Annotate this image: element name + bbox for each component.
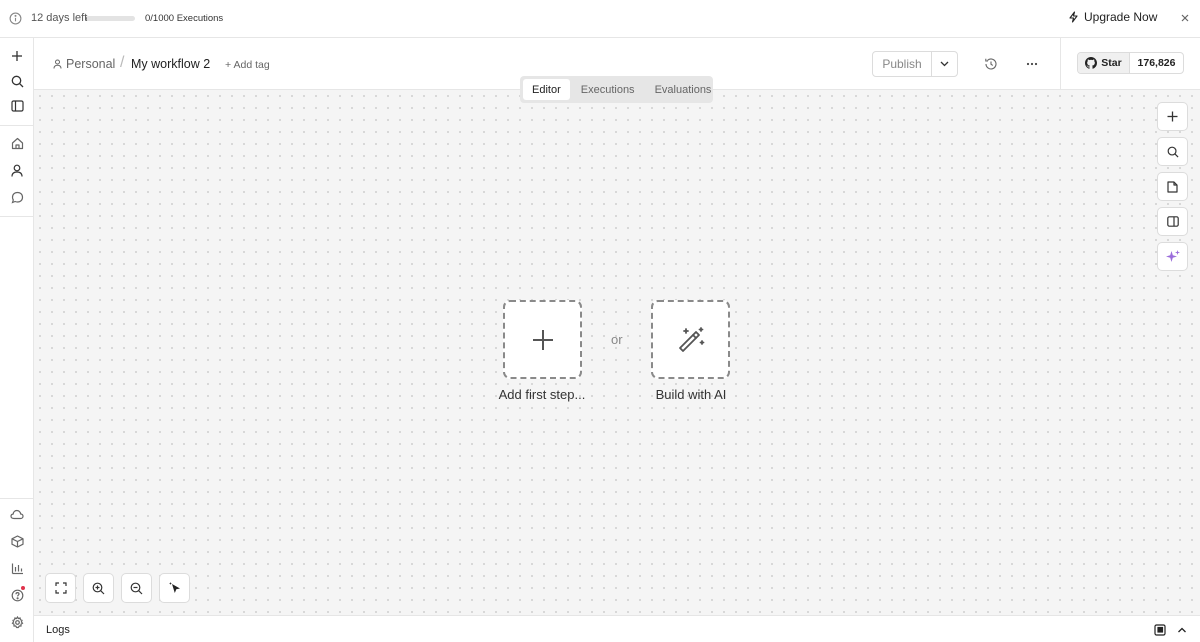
zoom-out-icon [130,582,143,594]
close-banner-icon[interactable] [1179,12,1191,24]
home-icon [11,137,23,149]
sidebar-divider [0,216,33,217]
add-first-step-label: Add first step... [498,387,586,402]
sidebar-item-templates[interactable] [7,531,27,551]
breadcrumb-project-label: Personal [66,57,116,71]
sidebar-divider [0,498,33,499]
fullscreen-icon [54,582,67,594]
tab-executions[interactable]: Executions [572,79,644,100]
bar-chart-icon [11,563,23,574]
add-sticky-note-button[interactable] [1157,172,1188,201]
sidebar-item-chat[interactable] [7,187,27,207]
publish-button[interactable]: Publish [873,52,932,76]
plus-icon [12,51,22,61]
history-icon[interactable] [984,57,998,71]
workflow-view-tabs: Editor Executions Evaluations [520,76,713,103]
github-star-label: Star [1101,57,1122,69]
zoom-in-icon [92,582,105,594]
executions-progress-fill [86,16,88,21]
tab-evaluations[interactable]: Evaluations [646,79,721,100]
user-icon [53,59,62,69]
breadcrumb-separator: / [120,54,125,71]
more-options-icon[interactable] [1025,57,1039,71]
tab-editor[interactable]: Editor [523,79,570,100]
trial-days-left: 12 days left [31,12,88,24]
tidy-up-button[interactable] [159,573,190,603]
sidebar-item-overview[interactable] [7,133,27,153]
plus-icon [532,329,553,350]
chevron-down-icon [940,61,949,67]
search-icon [11,75,23,87]
info-icon [9,12,22,25]
chat-icon [11,191,23,204]
sparkles-icon [1165,249,1180,262]
sidebar-item-cloud[interactable] [7,504,27,524]
sidebar-item-help[interactable] [7,585,27,605]
open-nodes-panel-button[interactable] [1157,102,1188,131]
or-label: or [611,332,623,347]
trial-banner: 12 days left 0/1000 Executions Upgrade N… [0,0,1200,38]
add-tag-button[interactable]: + Add tag [225,59,270,71]
github-star-widget: Star 176,826 [1077,52,1184,74]
build-with-ai-label: Build with AI [655,387,727,402]
sidebar-item-personal[interactable] [0,156,33,184]
logs-label: Logs [46,624,70,636]
header-divider [1060,38,1061,90]
upgrade-now-button[interactable]: Upgrade Now [1068,10,1157,24]
sidebar-item-settings[interactable] [7,612,27,632]
github-star-count[interactable]: 176,826 [1130,53,1183,73]
notification-dot [21,586,25,590]
panel-left-icon [10,100,24,112]
pop-out-icon[interactable] [1154,624,1166,636]
github-icon [1085,57,1098,69]
workflow-name[interactable]: My workflow 2 [131,57,210,71]
publish-dropdown-button[interactable] [932,52,957,76]
magic-wand-icon [678,326,704,352]
executions-progress-bar [86,16,135,21]
publish-button-group: Publish [872,51,958,77]
panel-right-icon [1166,216,1179,227]
search-icon [1167,146,1179,158]
zoom-in-button[interactable] [83,573,114,603]
chevron-up-icon[interactable] [1176,624,1188,636]
help-icon [11,589,23,601]
lightning-icon [1069,11,1078,23]
upgrade-now-label: Upgrade Now [1084,10,1158,24]
sidebar-divider [0,125,33,126]
fit-view-button[interactable] [45,573,76,603]
gear-icon [11,615,23,628]
github-star-button[interactable]: Star [1078,53,1130,73]
toggle-side-panel-button[interactable] [1157,207,1188,236]
search-nodes-button[interactable] [1157,137,1188,166]
sidebar-create-button[interactable] [7,46,27,66]
sidebar-item-insights[interactable] [7,558,27,578]
ai-assistant-button[interactable] [1157,242,1188,271]
sticky-note-icon [1167,180,1178,193]
package-icon [10,534,24,548]
cursor-sparkle-icon [168,582,180,593]
sidebar-toggle-button[interactable] [7,96,27,116]
cloud-icon [10,509,24,519]
logs-panel-bar[interactable]: Logs [34,615,1200,642]
plus-icon [1167,111,1178,122]
executions-count: 0/1000 Executions [145,13,224,24]
user-icon [11,164,23,177]
workflow-canvas[interactable]: Add first step... or Build with AI [34,90,1200,615]
zoom-out-button[interactable] [121,573,152,603]
left-sidebar [0,38,34,642]
breadcrumb-project[interactable]: Personal [53,57,115,71]
sidebar-search-button[interactable] [7,71,27,91]
add-first-step-button[interactable] [503,300,582,379]
build-with-ai-button[interactable] [651,300,730,379]
